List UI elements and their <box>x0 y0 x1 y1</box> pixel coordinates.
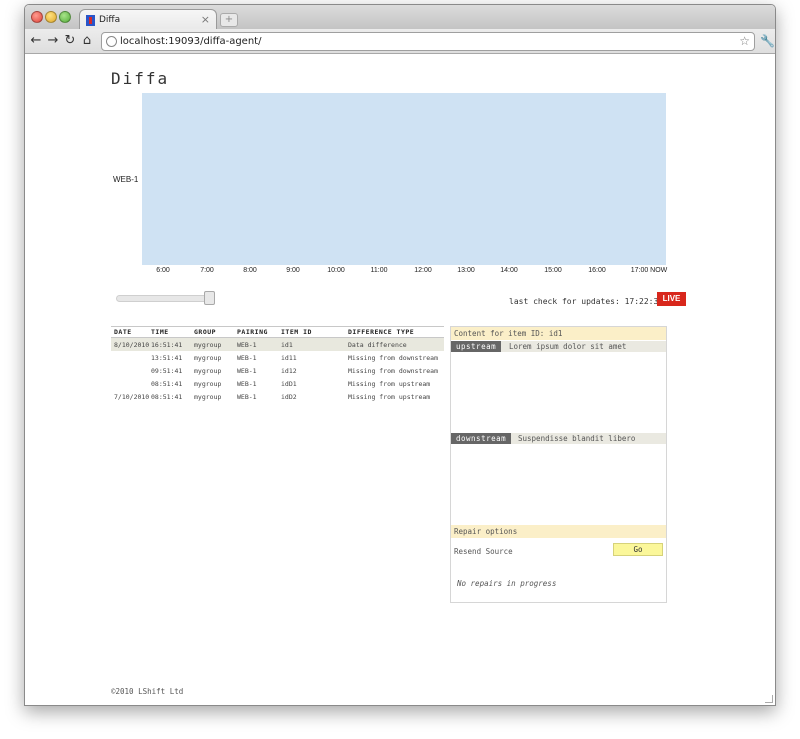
live-button[interactable]: LIVE <box>657 292 686 306</box>
favicon-icon <box>86 14 95 26</box>
forward-arrow-icon[interactable]: → <box>46 34 60 48</box>
heatmap-tick-label: 12:00 <box>414 267 432 274</box>
upstream-content: Lorem ipsum dolor sit amet <box>509 342 627 351</box>
cell-pairing: WEB-1 <box>237 353 257 362</box>
difference-table: DATE TIME GROUP PAIRING ITEM ID DIFFEREN… <box>111 326 444 403</box>
heatmap-tick-label: 11:00 <box>370 267 388 274</box>
cell-item-id: id11 <box>281 353 297 362</box>
url-text: localhost:19093/diffa-agent/ <box>120 36 262 47</box>
minimize-window-button[interactable] <box>45 11 57 23</box>
table-header: DATE TIME GROUP PAIRING ITEM ID DIFFEREN… <box>111 326 444 338</box>
tab-strip: Diffa × + <box>25 5 775 30</box>
cell-difference-type: Missing from upstream <box>348 379 431 388</box>
column-header: ITEM ID <box>281 328 312 336</box>
repair-options-header: Repair options <box>451 525 666 538</box>
globe-icon <box>106 36 117 47</box>
cell-date: 7/10/2010 <box>114 392 150 401</box>
heatmap-row-label: WEB-1 <box>113 175 139 184</box>
heatmap-tick-label: 17:00 NOW <box>630 267 668 274</box>
tab-diffa[interactable]: Diffa × <box>79 9 217 30</box>
zoom-slider-handle[interactable] <box>204 291 215 305</box>
heatmap-tick-label: 6:00 <box>156 267 170 274</box>
reload-icon[interactable]: ↻ <box>63 34 77 48</box>
zoom-slider-track[interactable] <box>116 295 214 302</box>
cell-item-id: id1 <box>281 340 293 349</box>
cell-item-id: idD2 <box>281 392 297 401</box>
cell-time: 13:51:41 <box>151 353 183 362</box>
cell-item-id: idD1 <box>281 379 297 388</box>
cell-difference-type: Missing from downstream <box>348 366 439 375</box>
tab-title: Diffa <box>99 15 121 25</box>
go-button[interactable]: Go <box>613 543 663 556</box>
downstream-row: downstream Suspendisse blandit libero <box>451 433 666 444</box>
heatmap-tick-label: 7:00 <box>200 267 214 274</box>
page-title: Diffa <box>111 69 170 88</box>
browser-toolbar: ← → ↻ ⌂ localhost:19093/diffa-agent/ ☆ 🔧 <box>25 29 775 54</box>
cell-time: 08:51:41 <box>151 392 183 401</box>
heatmap-tick-label: 8:00 <box>243 267 257 274</box>
table-row[interactable]: 08:51:41 mygroup WEB-1 idD1 Missing from… <box>111 377 444 390</box>
cell-pairing: WEB-1 <box>237 366 257 375</box>
resend-source-label: Resend Source <box>454 547 513 556</box>
table-row[interactable]: 09:51:41 mygroup WEB-1 id12 Missing from… <box>111 364 444 377</box>
new-tab-button[interactable]: + <box>220 13 238 27</box>
star-icon[interactable]: ☆ <box>739 34 750 48</box>
column-header: DATE <box>114 328 132 336</box>
heatmap-tick-label: 15:00 <box>544 267 562 274</box>
cell-difference-type: Data difference <box>348 340 407 349</box>
table-row[interactable]: 7/10/2010 08:51:41 mygroup WEB-1 idD2 Mi… <box>111 390 444 403</box>
heatmap-tick-label: 9:00 <box>286 267 300 274</box>
cell-time: 09:51:41 <box>151 366 183 375</box>
heatmap-tick-label: 16:00 <box>588 267 606 274</box>
upstream-row: upstream Lorem ipsum dolor sit amet <box>451 341 666 352</box>
zoom-window-button[interactable] <box>59 11 71 23</box>
cell-difference-type: Missing from downstream <box>348 353 439 362</box>
last-check-status: last check for updates: 17:22:31s <box>509 297 668 306</box>
cell-group: mygroup <box>194 353 222 362</box>
column-header: TIME <box>151 328 169 336</box>
cell-pairing: WEB-1 <box>237 340 257 349</box>
heatmap-chart[interactable] <box>142 93 666 265</box>
address-bar[interactable]: localhost:19093/diffa-agent/ ☆ <box>101 32 755 51</box>
upstream-label: upstream <box>451 341 502 352</box>
footer-copyright: ©2010 LShift Ltd <box>111 687 184 696</box>
browser-window: Diffa × + ← → ↻ ⌂ localhost:19093/diffa-… <box>24 4 776 706</box>
cell-group: mygroup <box>194 366 222 375</box>
cell-time: 16:51:41 <box>151 340 183 349</box>
cell-item-id: id12 <box>281 366 297 375</box>
heatmap-tick-label: 10:00 <box>327 267 345 274</box>
wrench-icon[interactable]: 🔧 <box>760 34 775 48</box>
cell-group: mygroup <box>194 392 222 401</box>
content-panel: Content for item ID: id1 upstream Lorem … <box>450 326 667 603</box>
cell-difference-type: Missing from upstream <box>348 392 431 401</box>
page-content: Diffa WEB-1 6:00 7:00 8:00 9:00 10:00 11:00 12… <box>25 55 775 705</box>
cell-group: mygroup <box>194 340 222 349</box>
back-arrow-icon[interactable]: ← <box>29 34 43 48</box>
column-header: DIFFERENCE TYPE <box>348 328 415 336</box>
cell-group: mygroup <box>194 379 222 388</box>
cell-pairing: WEB-1 <box>237 392 257 401</box>
repair-status: No repairs in progress <box>457 579 557 588</box>
close-window-button[interactable] <box>31 11 43 23</box>
downstream-label: downstream <box>451 433 512 444</box>
cell-pairing: WEB-1 <box>237 379 257 388</box>
heatmap-tick-label: 14:00 <box>500 267 518 274</box>
tab-close-icon[interactable]: × <box>201 13 210 26</box>
resize-grip-icon[interactable] <box>765 695 773 703</box>
home-icon[interactable]: ⌂ <box>80 34 94 48</box>
table-row[interactable]: 8/10/2010 16:51:41 mygroup WEB-1 id1 Dat… <box>111 338 444 351</box>
table-row[interactable]: 13:51:41 mygroup WEB-1 id11 Missing from… <box>111 351 444 364</box>
heatmap-tick-label: 13:00 <box>457 267 475 274</box>
cell-date: 8/10/2010 <box>114 340 150 349</box>
content-header: Content for item ID: id1 <box>451 327 666 340</box>
downstream-content: Suspendisse blandit libero <box>518 434 636 443</box>
column-header: GROUP <box>194 328 217 336</box>
column-header: PAIRING <box>237 328 268 336</box>
cell-time: 08:51:41 <box>151 379 183 388</box>
